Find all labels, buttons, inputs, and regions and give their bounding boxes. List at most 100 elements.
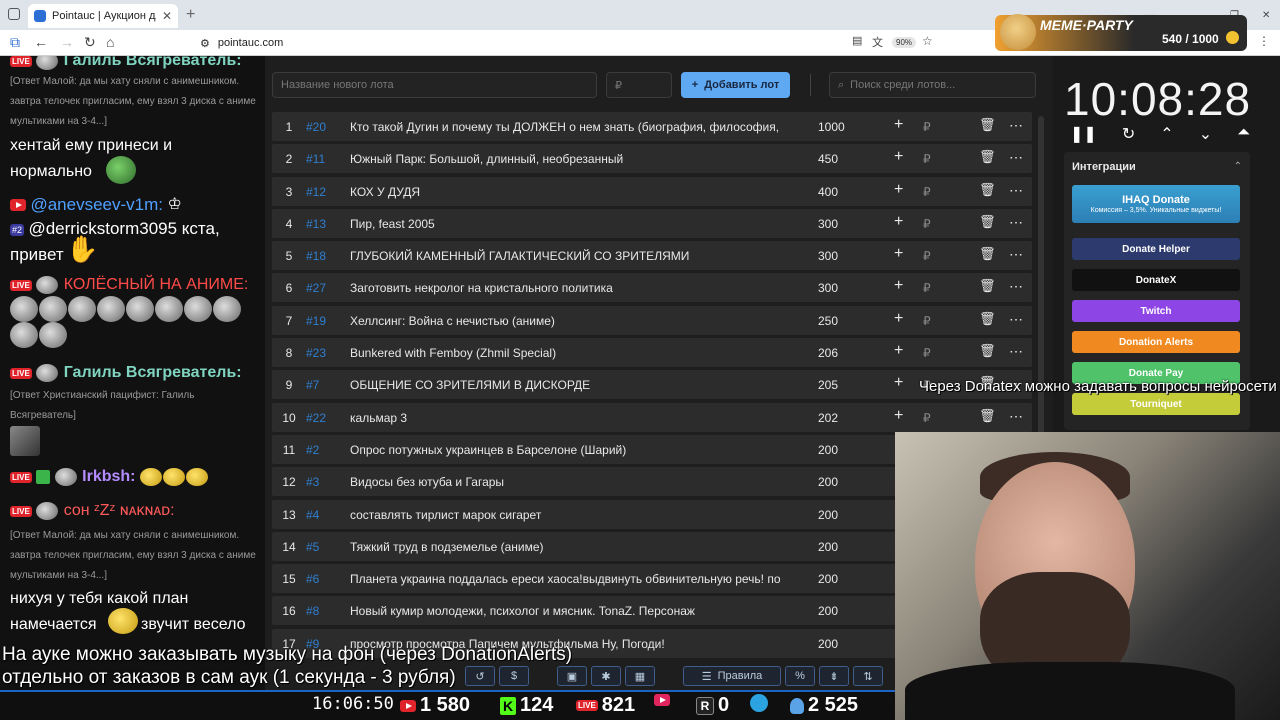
integration-button[interactable]: DonateX — [1072, 269, 1240, 291]
add-amount-icon[interactable]: + — [894, 277, 903, 295]
lot-name[interactable]: составлять тирлист марок сигарет — [350, 508, 790, 522]
browser-tab[interactable]: Pointauc | Аукцион для стрим… ✕ — [28, 4, 178, 28]
ihaq-donate-button[interactable]: IHAQ Donate Комиссия – 3,5%. Уникальные … — [1072, 185, 1240, 223]
more-icon[interactable]: ⋯ — [1009, 311, 1023, 328]
lot-name[interactable]: Заготовить некролог на кристального поли… — [350, 281, 790, 295]
more-icon[interactable]: ⋯ — [1009, 343, 1023, 360]
more-icon[interactable]: ⋯ — [1009, 117, 1023, 134]
clear-button[interactable]: ▦ — [625, 666, 655, 686]
lot-amount[interactable]: 300 — [818, 281, 838, 295]
tab-actions-icon[interactable] — [8, 8, 20, 20]
site-info-icon[interactable]: ⚙ — [200, 37, 210, 50]
translate-icon[interactable]: 文 — [872, 34, 883, 50]
delete-icon[interactable]: 🗑 — [979, 182, 996, 198]
ruble-icon[interactable]: ₽ — [923, 185, 931, 199]
more-icon[interactable]: ⋯ — [1009, 408, 1023, 425]
bug-icon-button[interactable]: ✱ — [591, 666, 621, 686]
lot-amount[interactable]: 300 — [818, 249, 838, 263]
window-close-icon[interactable]: ✕ — [1262, 10, 1270, 21]
lot-name[interactable]: КОХ У ДУДЯ — [350, 185, 790, 199]
lot-row[interactable]: 10 #22 кальмар 3 202 + ₽ 🗑 ⋯ — [272, 402, 1032, 432]
rules-button[interactable]: ☰ Правила — [683, 666, 781, 686]
lot-amount[interactable]: 300 — [818, 217, 838, 231]
add-amount-icon[interactable]: + — [894, 342, 903, 360]
lot-amount[interactable]: 1000 — [818, 120, 845, 134]
integration-button[interactable]: Donation Alerts — [1072, 331, 1240, 353]
lot-amount[interactable]: 202 — [818, 411, 838, 425]
lot-amount[interactable]: 200 — [818, 604, 838, 618]
add-amount-icon[interactable]: + — [894, 148, 903, 166]
delete-icon[interactable]: 🗑 — [979, 311, 996, 327]
sidebar-toggle-icon[interactable]: ⧉ — [10, 34, 20, 51]
lot-amount[interactable]: 250 — [818, 314, 838, 328]
lot-name[interactable]: Новый кумир молодежи, психолог и мясник.… — [350, 604, 790, 618]
lot-name[interactable]: Южный Парк: Большой, длинный, необрезанн… — [350, 152, 790, 166]
home-icon[interactable]: ⌂ — [106, 34, 114, 50]
forward-icon[interactable]: → — [60, 34, 74, 50]
lot-row[interactable]: 6 #27 Заготовить некролог на кристального … — [272, 273, 1032, 303]
lot-row[interactable]: 4 #13 Пир, feast 2005 300 + ₽ 🗑 ⋯ — [272, 208, 1032, 238]
lot-name[interactable]: Опрос потужных украинцев в Барселоне (Ша… — [350, 443, 790, 457]
delete-icon[interactable]: 🗑 — [979, 408, 996, 424]
double-up-icon[interactable]: ⏶ — [1237, 124, 1250, 144]
lot-name[interactable]: Тяжкий труд в подземелье (аниме) — [350, 540, 790, 554]
lot-name[interactable]: Bunkered with Femboy (Zhmil Special) — [350, 346, 790, 360]
add-amount-icon[interactable]: + — [894, 213, 903, 231]
chevron-down-icon[interactable]: ⌄ — [1199, 124, 1212, 144]
ruble-icon[interactable]: ₽ — [923, 217, 931, 231]
lot-name[interactable]: кальмар 3 — [350, 411, 790, 425]
ruble-icon[interactable]: ₽ — [923, 281, 931, 295]
reader-mode-icon[interactable]: ▤ — [852, 34, 862, 47]
add-amount-icon[interactable]: + — [894, 310, 903, 328]
lot-row[interactable]: 5 #18 ГЛУБОКИЙ КАМЕННЫЙ ГАЛАКТИЧЕСКИЙ СО З… — [272, 241, 1032, 271]
delete-icon[interactable]: 🗑 — [979, 246, 996, 262]
more-icon[interactable]: ⋯ — [1009, 278, 1023, 295]
lot-row[interactable]: 8 #23 Bunkered with Femboy (Zhmil Special)… — [272, 338, 1032, 368]
integration-button[interactable]: Donate Helper — [1072, 238, 1240, 260]
pause-icon[interactable]: ❚❚ — [1070, 124, 1097, 144]
lot-name[interactable]: Видосы без ютуба и Гагары — [350, 475, 790, 489]
delete-icon[interactable]: 🗑 — [979, 149, 996, 165]
history-button[interactable]: ↺ — [465, 666, 495, 686]
add-amount-icon[interactable]: + — [894, 116, 903, 134]
add-amount-icon[interactable]: + — [894, 245, 903, 263]
lot-amount[interactable]: 206 — [818, 346, 838, 360]
ruble-icon[interactable]: ₽ — [923, 346, 931, 360]
more-icon[interactable]: ⋯ — [1009, 214, 1023, 231]
close-tab-icon[interactable]: ✕ — [162, 9, 172, 23]
ruble-icon[interactable]: ₽ — [923, 120, 931, 134]
percent-button[interactable]: % — [785, 666, 815, 686]
add-amount-icon[interactable]: + — [894, 407, 903, 425]
menu-icon[interactable]: ⋮ — [1258, 34, 1270, 48]
lot-name[interactable]: Планета украина поддалась ереси хаоса!вы… — [350, 572, 790, 586]
new-tab-icon[interactable]: + — [186, 6, 195, 24]
lot-row[interactable]: 1 #20 Кто такой Дугин и почему ты ДОЛЖЕН о… — [272, 112, 1032, 141]
zoom-level[interactable]: 90% — [892, 37, 917, 48]
search-input[interactable]: ⌕ Поиск среди лотов... — [829, 72, 1036, 98]
lot-row[interactable]: 3 #12 КОХ У ДУДЯ 400 + ₽ 🗑 ⋯ — [272, 176, 1032, 206]
add-amount-icon[interactable]: + — [894, 181, 903, 199]
lot-amount[interactable]: 450 — [818, 152, 838, 166]
add-lot-button[interactable]: + Добавить лот — [681, 72, 790, 98]
reload-icon[interactable]: ↻ — [84, 34, 96, 51]
lot-name[interactable]: Хеллсинг: Война с нечистью (аниме) — [350, 314, 790, 328]
delete-icon[interactable]: 🗑 — [979, 214, 996, 230]
amount-input[interactable]: ₽ — [606, 72, 672, 98]
integration-button[interactable]: Twitch — [1072, 300, 1240, 322]
more-icon[interactable]: ⋯ — [1009, 149, 1023, 166]
ruble-icon[interactable]: ₽ — [923, 152, 931, 166]
bookmark-star-icon[interactable]: ☆ — [922, 34, 933, 48]
chevron-up-icon[interactable]: ⌃ — [1160, 124, 1173, 144]
more-icon[interactable]: ⋯ — [1009, 246, 1023, 263]
lot-row[interactable]: 9 #7 ОБЩЕНИЕ СО ЗРИТЕЛЯМИ В ДИСКОРДЕ 205 + ₽ 🗑… — [272, 370, 1032, 400]
reset-icon[interactable]: ↻ — [1122, 124, 1135, 144]
ruble-icon[interactable]: ₽ — [923, 249, 931, 263]
dollar-button[interactable]: $ — [499, 666, 529, 686]
lot-amount[interactable]: 205 — [818, 378, 838, 392]
lot-amount[interactable]: 200 — [818, 475, 838, 489]
lot-name[interactable]: Пир, feast 2005 — [350, 217, 790, 231]
delete-icon[interactable]: 🗑 — [979, 343, 996, 359]
address-bar[interactable]: ⚙ pointauc.com — [200, 32, 940, 54]
back-icon[interactable]: ← — [34, 34, 48, 50]
lot-amount[interactable]: 200 — [818, 443, 838, 457]
